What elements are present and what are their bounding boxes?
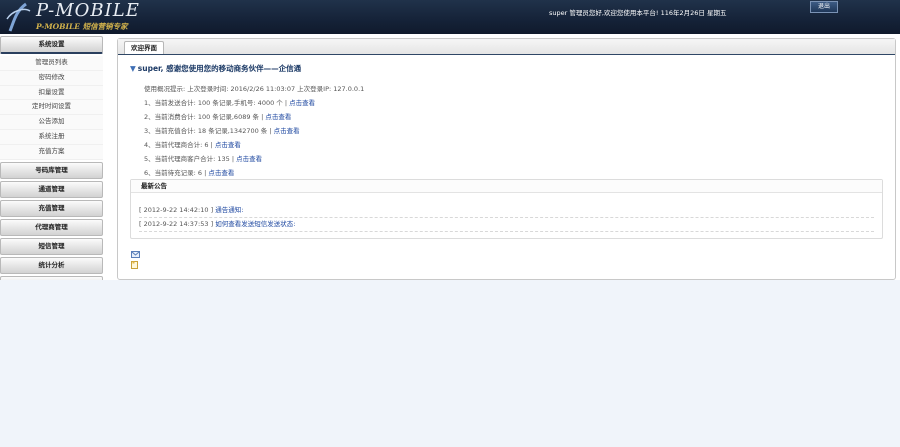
sidebar-item-add-notice[interactable]: 公告添加 xyxy=(0,115,103,130)
sidebar-item-schedule-settings[interactable]: 定时时间设置 xyxy=(0,100,103,116)
tab-bar: 欢迎界面 xyxy=(118,39,895,55)
notice-item: [ 2012-9-22 14:42:10 ] 通告通知: xyxy=(139,204,874,218)
stat-row: 1、当前发送合计: 100 条记录,手机号: 4000 个 | 点击查看 xyxy=(144,97,315,107)
logo-swirl-icon xyxy=(6,2,31,32)
stat-view-link[interactable]: 点击查看 xyxy=(274,127,300,135)
stat-row: 5、当前代理商客户合计: 135 | 点击查看 xyxy=(144,153,262,163)
notice-title: 最新公告 xyxy=(131,180,882,193)
stat-text: 6、当前待充记录: 6 | xyxy=(144,169,209,177)
sidebar-section-system-settings[interactable]: 系统设置 xyxy=(0,36,103,54)
notice-link[interactable]: 如何查看发送短信发送状态: xyxy=(215,220,295,228)
sidebar-item-password-change[interactable]: 密码修改 xyxy=(0,70,103,86)
note-icon[interactable] xyxy=(131,261,139,269)
stat-view-link[interactable]: 点击查看 xyxy=(215,141,241,149)
stat-row: 6、当前待充记录: 6 | 点击查看 xyxy=(144,167,234,177)
logo-text: P-MOBILE xyxy=(36,0,140,21)
sidebar-section-statistics[interactable]: 统计分析 xyxy=(0,256,103,274)
mail-icon[interactable] xyxy=(131,251,140,258)
notice-date: [ 2012-9-22 14:37:53 ] xyxy=(139,220,214,228)
usage-tip: 使用概况提示: 上次登录时间: 2016/2/26 11:03:07 上次登录I… xyxy=(144,85,365,93)
main-panel: 欢迎界面 ▼ super, 感谢您使用您的移动商务伙伴——企信通 使用概况提示: … xyxy=(117,38,896,280)
sidebar-item-recharge-plans[interactable]: 充值方案 xyxy=(0,144,103,160)
sidebar-item-system-registration[interactable]: 系统注册 xyxy=(0,129,103,145)
welcome-message: super 管理员您好,欢迎您使用本平台! 116年2月26日 星期五 xyxy=(549,9,727,17)
arrow-icon: ▼ xyxy=(130,64,136,73)
stat-row: 4、当前代理商合计: 6 | 点击查看 xyxy=(144,139,241,149)
sidebar: 系统设置 管理员列表 密码修改 扣量设置 定时时间设置 公告添加 系统注册 充值… xyxy=(0,36,103,295)
sidebar-item-admin-list[interactable]: 管理员列表 xyxy=(0,56,103,71)
sidebar-section-agents[interactable]: 代理商管理 xyxy=(0,218,103,236)
stat-row: 2、当前消费合计: 100 条记录,6089 条 | 点击查看 xyxy=(144,111,291,121)
top-header: P-MOBILE P-MOBILE 短信营销专家 super 管理员您好,欢迎您… xyxy=(0,0,900,34)
sidebar-item-deduction-settings[interactable]: 扣量设置 xyxy=(0,85,103,101)
stat-row: 3、当前充值合计: 18 条记录,1342700 条 | 点击查看 xyxy=(144,125,300,135)
exit-button[interactable]: 退出 xyxy=(810,1,838,13)
stat-text: 3、当前充值合计: 18 条记录,1342700 条 | xyxy=(144,127,274,135)
notice-link[interactable]: 通告通知: xyxy=(215,206,243,214)
stat-text: 5、当前代理商客户合计: 135 | xyxy=(144,155,237,163)
stat-text: 4、当前代理商合计: 6 | xyxy=(144,141,215,149)
stat-view-link[interactable]: 点击查看 xyxy=(265,113,291,121)
footer-area xyxy=(0,280,900,447)
greeting-text: super, 感谢您使用您的移动商务伙伴——企信通 xyxy=(137,64,302,73)
stat-view-link[interactable]: 点击查看 xyxy=(208,169,234,177)
notice-box: 最新公告 [ 2012-9-22 14:42:10 ] 通告通知: [ 2012… xyxy=(130,179,883,239)
stat-text: 2、当前消费合计: 100 条记录,6089 条 | xyxy=(144,113,266,121)
notice-item: [ 2012-9-22 14:37:53 ] 如何查看发送短信发送状态: xyxy=(139,218,874,232)
stat-view-link[interactable]: 点击查看 xyxy=(236,155,262,163)
sidebar-section-recharge[interactable]: 充值管理 xyxy=(0,199,103,217)
sidebar-section-channels[interactable]: 通道管理 xyxy=(0,180,103,198)
greeting-heading: ▼ super, 感谢您使用您的移动商务伙伴——企信通 xyxy=(130,63,301,74)
stat-text: 1、当前发送合计: 100 条记录,手机号: 4000 个 | xyxy=(144,99,290,107)
sidebar-section-sms[interactable]: 短信管理 xyxy=(0,237,103,255)
tab-welcome[interactable]: 欢迎界面 xyxy=(124,41,164,54)
notice-date: [ 2012-9-22 14:42:10 ] xyxy=(139,206,214,214)
sidebar-section-number-library[interactable]: 号码库管理 xyxy=(0,161,103,179)
logo-subtitle: P-MOBILE 短信营销专家 xyxy=(36,22,128,31)
stat-view-link[interactable]: 点击查看 xyxy=(289,99,315,107)
